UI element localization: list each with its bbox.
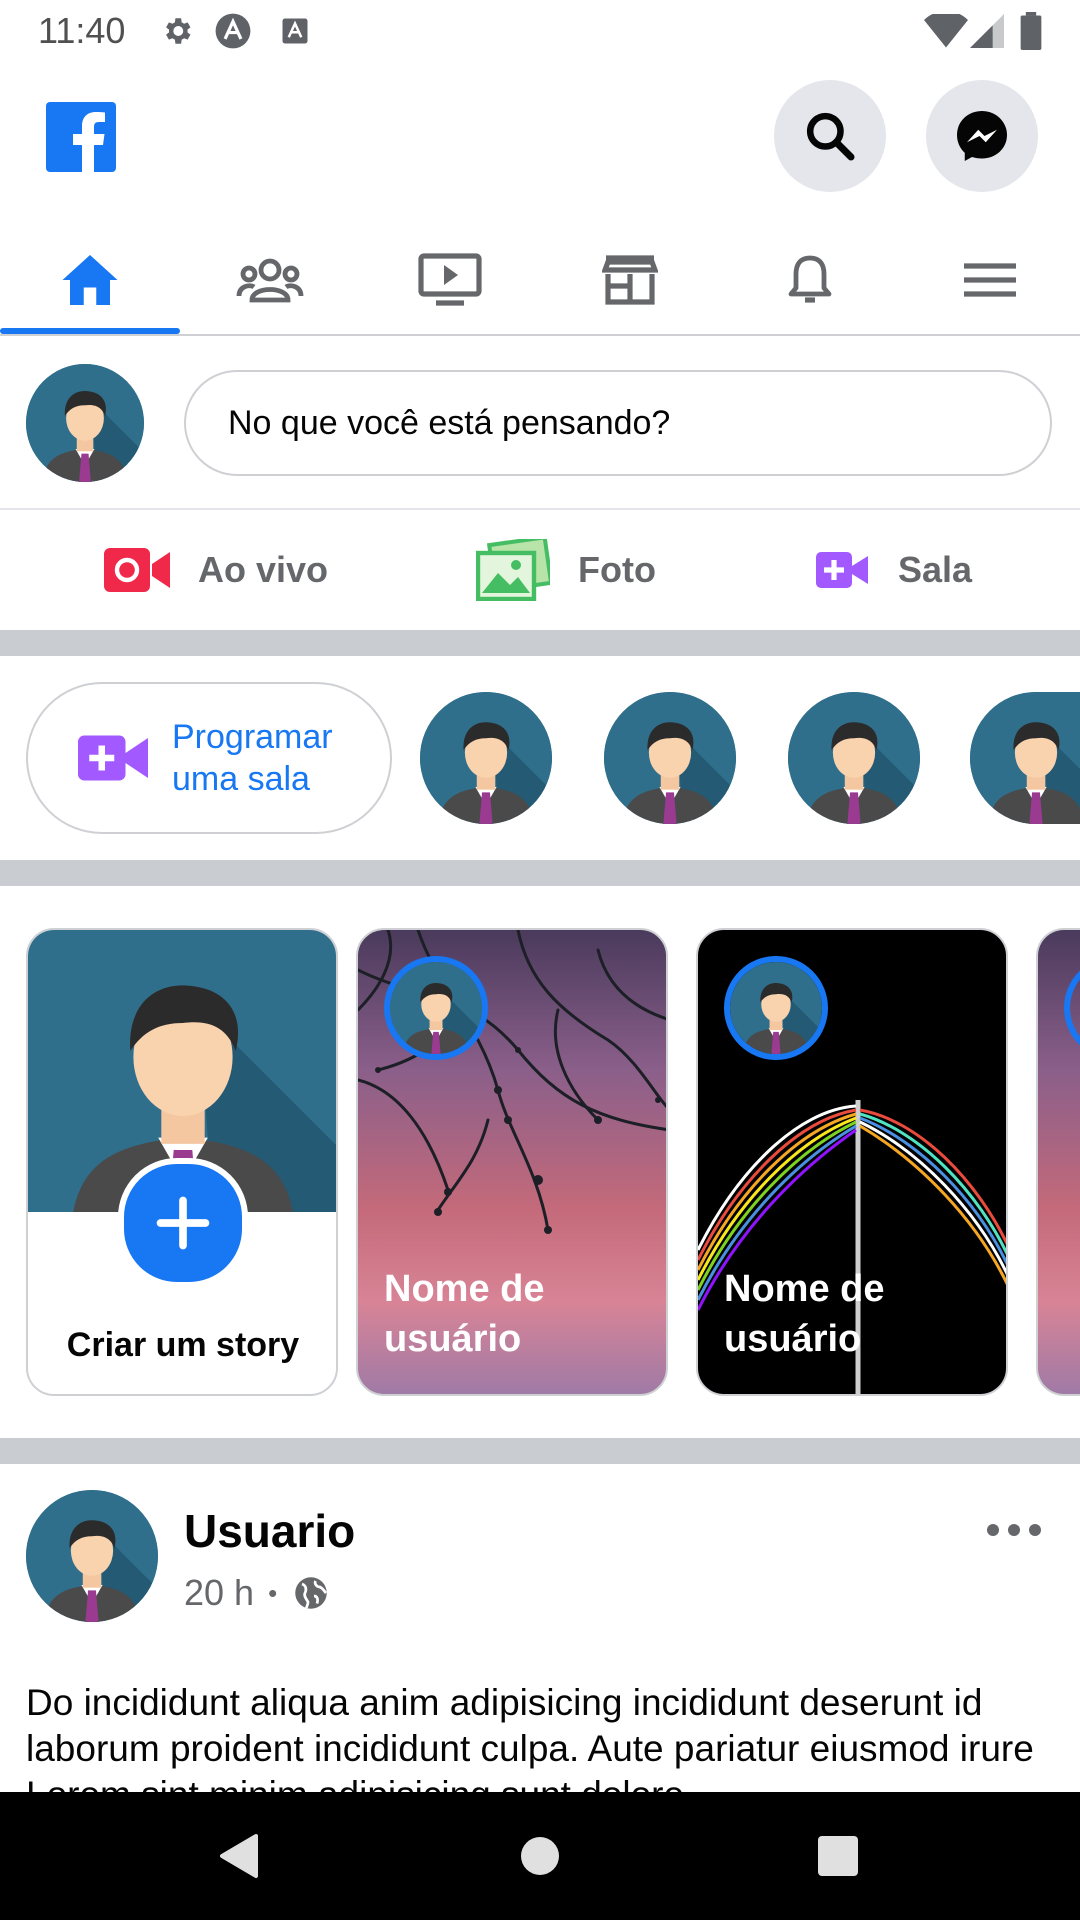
photo-button[interactable]: Foto [476, 530, 656, 610]
tab-marketplace[interactable] [540, 230, 720, 330]
wifi-icon [924, 14, 968, 48]
create-room-label-line1: Programar [172, 718, 333, 756]
live-video-button[interactable]: Ao vivo [104, 530, 328, 610]
section-divider [0, 860, 1080, 886]
post-meta-separator: • [268, 1577, 278, 1608]
messenger-button[interactable] [926, 80, 1038, 192]
create-room-icon [78, 735, 148, 781]
photo-icon [476, 539, 550, 601]
story-username-line1: Nome de [384, 1268, 545, 1310]
create-room-button[interactable]: Programar uma sala [26, 682, 392, 834]
story-card-partial[interactable] [1036, 928, 1080, 1396]
create-story-card[interactable]: Criar um story [26, 928, 338, 1396]
facebook-logo[interactable] [46, 102, 116, 172]
room-avatar[interactable] [788, 692, 920, 824]
keyboard-notification-icon [282, 18, 308, 44]
live-video-label: Ao vivo [198, 549, 329, 590]
create-story-label: Criar um story [66, 1326, 300, 1364]
story-username: Nome de usuário [384, 1264, 644, 1364]
room-button[interactable]: Sala [816, 530, 972, 610]
composer-divider [0, 508, 1080, 510]
watch-video-icon [418, 253, 482, 306]
photo-label: Foto [578, 549, 656, 590]
search-button[interactable] [774, 80, 886, 192]
room-avatar[interactable] [604, 692, 736, 824]
add-story-button[interactable] [118, 1158, 248, 1288]
story-username-line1: Nome de [724, 1268, 885, 1310]
plus-icon [156, 1196, 210, 1250]
story-avatar [384, 956, 488, 1060]
section-divider [0, 630, 1080, 656]
home-circle-icon[interactable] [520, 1836, 560, 1876]
recent-apps-icon[interactable] [818, 1836, 858, 1876]
status-time: 11:40 [38, 10, 126, 51]
post-time[interactable]: 20 h [184, 1572, 254, 1614]
story-username-line2: usuário [724, 1318, 862, 1360]
bell-icon [788, 255, 832, 303]
tab-notifications[interactable] [720, 230, 900, 330]
room-label: Sala [898, 549, 973, 590]
app-notification-icon [215, 13, 251, 49]
post-author-avatar[interactable] [26, 1490, 158, 1622]
globe-icon [295, 1577, 328, 1609]
tab-watch[interactable] [360, 230, 540, 330]
hamburger-menu-icon [964, 263, 1016, 297]
user-avatar[interactable] [26, 364, 144, 482]
post-options-button[interactable] [986, 1510, 1050, 1550]
home-icon [62, 255, 118, 305]
composer-placeholder: No que você está pensando? [228, 403, 671, 442]
story-avatar [724, 956, 828, 1060]
story-username: Nome de usuário [724, 1264, 984, 1364]
story-card[interactable]: Nome de usuário [356, 928, 668, 1396]
marketplace-icon [602, 255, 658, 305]
more-options-icon [987, 1524, 1041, 1536]
section-divider [0, 1438, 1080, 1464]
friends-icon [236, 258, 304, 303]
story-avatar [1064, 956, 1080, 1060]
whats-on-your-mind-input[interactable]: No que você está pensando? [184, 370, 1052, 476]
tab-friends[interactable] [180, 230, 360, 330]
create-room-label-line2: uma sala [172, 760, 310, 798]
system-navigation-bar [0, 1792, 1080, 1920]
messenger-icon [957, 111, 1007, 161]
room-avatar[interactable] [420, 692, 552, 824]
facebook-f-icon [73, 112, 105, 172]
room-avatar[interactable] [970, 692, 1080, 824]
post-meta: 20 h • [184, 1572, 329, 1614]
tab-menu[interactable] [900, 230, 1080, 330]
nav-divider [0, 334, 1080, 336]
story-card[interactable]: Nome de usuário [696, 928, 1008, 1396]
status-bar: 11:40 [0, 0, 1080, 64]
tab-home[interactable] [0, 230, 180, 330]
settings-icon [166, 18, 191, 44]
post-author-name[interactable]: Usuario [184, 1504, 355, 1558]
story-username-line2: usuário [384, 1318, 522, 1360]
signal-icon [970, 14, 1004, 48]
search-icon [806, 112, 855, 161]
battery-icon [1020, 12, 1042, 50]
room-icon [816, 552, 868, 588]
back-icon[interactable] [216, 1832, 260, 1880]
live-video-icon [104, 548, 170, 592]
post-text: Do incididunt aliqua anim adipisicing in… [26, 1682, 1034, 1792]
